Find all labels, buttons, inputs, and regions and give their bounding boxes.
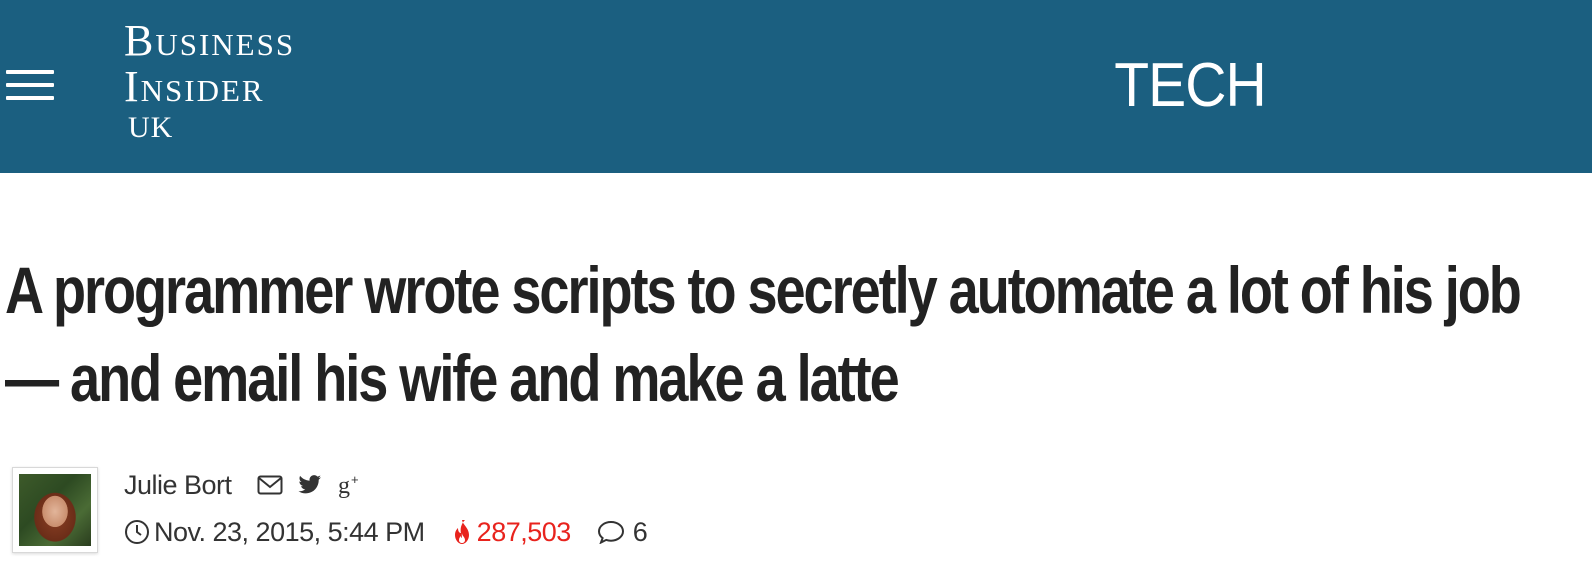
comments-link[interactable]: 6 bbox=[597, 517, 648, 548]
svg-text:+: + bbox=[351, 472, 359, 487]
google-plus-icon[interactable]: g + bbox=[336, 471, 364, 499]
author-name-link[interactable]: Julie Bort bbox=[124, 470, 232, 501]
view-count: 287,503 bbox=[453, 517, 571, 548]
logo-line-3: UK bbox=[128, 111, 174, 144]
clock-icon bbox=[124, 519, 150, 545]
article-headline: A programmer wrote scripts to secretly a… bbox=[5, 253, 1522, 415]
hamburger-menu-icon[interactable] bbox=[6, 66, 56, 104]
twitter-icon[interactable] bbox=[296, 471, 324, 499]
logo-line-1: Business bbox=[124, 16, 296, 65]
svg-text:g: g bbox=[338, 473, 350, 498]
author-photo bbox=[19, 474, 91, 546]
section-link-tech[interactable]: TECH bbox=[1107, 48, 1273, 124]
publish-date: Nov. 23, 2015, 5:44 PM bbox=[154, 516, 425, 547]
email-icon[interactable] bbox=[256, 471, 284, 499]
site-header: Business Insider UK TECH bbox=[0, 0, 1592, 173]
author-avatar[interactable] bbox=[12, 467, 98, 553]
article-meta: Nov. 23, 2015, 5:44 PM 287,503 6 bbox=[124, 512, 648, 552]
logo-line-2: Insider bbox=[124, 62, 265, 111]
byline: Julie Bort g + Nov. 23, 2015, 5:44 PM 28… bbox=[124, 468, 648, 552]
author-row: Julie Bort g + bbox=[124, 468, 647, 502]
comment-count: 6 bbox=[632, 516, 648, 547]
view-count-value: 287,503 bbox=[476, 516, 572, 547]
site-logo[interactable]: Business Insider UK bbox=[124, 18, 364, 158]
comment-bubble-icon bbox=[597, 520, 625, 544]
flame-icon bbox=[453, 519, 471, 545]
